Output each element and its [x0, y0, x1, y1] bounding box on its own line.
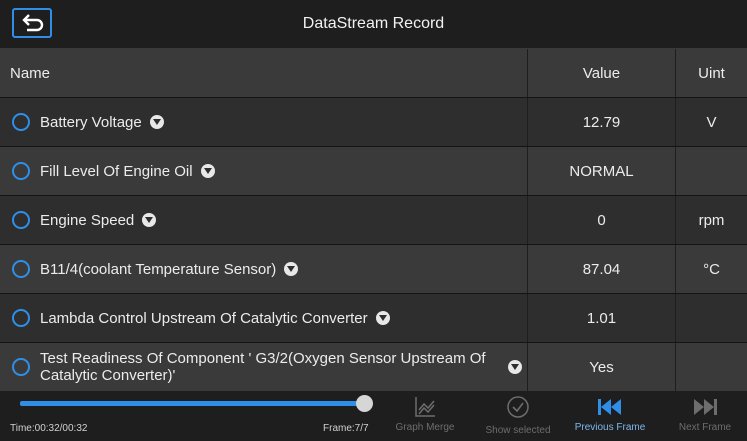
- row-unit: rpm: [698, 211, 725, 229]
- progress-thumb[interactable]: [356, 395, 373, 412]
- table-row[interactable]: Battery Voltage 12.79 V: [0, 98, 747, 147]
- row-name-cell: B11/4(coolant Temperature Sensor): [0, 245, 528, 293]
- row-name: Battery Voltage: [40, 114, 142, 131]
- dropdown-circle-icon[interactable]: [284, 262, 299, 276]
- next-frame-label: Next Frame: [678, 422, 732, 433]
- graph-merge-icon: [415, 397, 435, 417]
- row-value: NORMAL: [528, 147, 676, 195]
- select-radio[interactable]: [12, 309, 30, 327]
- select-radio[interactable]: [12, 260, 30, 278]
- table-row[interactable]: B11/4(coolant Temperature Sensor) 87.04 …: [0, 245, 747, 294]
- row-name-cell: Engine Speed: [0, 196, 528, 244]
- graph-merge-label: Graph Merge: [395, 422, 455, 433]
- select-radio[interactable]: [12, 211, 30, 229]
- row-name-cell: Test Readiness Of Component ' G3/2(Oxyge…: [0, 343, 528, 391]
- row-name: Test Readiness Of Component ' G3/2(Oxyge…: [40, 350, 486, 384]
- select-radio[interactable]: [12, 358, 30, 376]
- row-name-cell: Battery Voltage: [0, 98, 528, 146]
- table-row[interactable]: Fill Level Of Engine Oil NORMAL: [0, 147, 747, 196]
- column-header-value: Value: [528, 49, 676, 97]
- row-unit: °C: [703, 260, 720, 278]
- table-row[interactable]: Lambda Control Upstream Of Catalytic Con…: [0, 294, 747, 343]
- dropdown-circle-icon[interactable]: [508, 360, 522, 374]
- column-header-unit: Uint: [698, 64, 725, 82]
- graph-merge-button[interactable]: Graph Merge: [388, 395, 462, 433]
- show-selected-button[interactable]: Show selected: [481, 395, 555, 436]
- frame-readout: Frame:7/7: [323, 423, 369, 434]
- row-name: Fill Level Of Engine Oil: [40, 163, 193, 180]
- table-row[interactable]: Test Readiness Of Component ' G3/2(Oxyge…: [0, 343, 747, 392]
- skip-previous-icon: [598, 399, 621, 415]
- row-value: 87.04: [528, 245, 676, 293]
- table-row[interactable]: Engine Speed 0 rpm: [0, 196, 747, 245]
- row-value: 1.01: [528, 294, 676, 342]
- dropdown-circle-icon[interactable]: [200, 164, 215, 178]
- row-name-cell: Lambda Control Upstream Of Catalytic Con…: [0, 294, 528, 342]
- page-title: DataStream Record: [302, 15, 445, 32]
- row-value: 12.79: [528, 98, 676, 146]
- dropdown-circle-icon[interactable]: [142, 213, 157, 227]
- select-radio[interactable]: [12, 162, 30, 180]
- row-unit: [676, 147, 747, 195]
- previous-frame-label: Previous Frame: [574, 422, 646, 433]
- row-name-cell: Fill Level Of Engine Oil: [0, 147, 528, 195]
- row-unit: V: [706, 113, 717, 131]
- row-value: 0: [528, 196, 676, 244]
- row-value: Yes: [528, 343, 676, 391]
- table-header: Name Value Uint: [0, 49, 747, 98]
- playback-bar: Time:00:32/00:32 Frame:7/7 Graph Merge S…: [0, 391, 747, 441]
- row-name: B11/4(coolant Temperature Sensor): [40, 261, 277, 278]
- row-name: Engine Speed: [40, 212, 135, 229]
- row-unit: [676, 343, 747, 391]
- dropdown-circle-icon[interactable]: [149, 115, 164, 129]
- next-frame-button[interactable]: Next Frame: [668, 395, 742, 433]
- check-circle-icon: [507, 396, 529, 418]
- title-bar: DataStream Record: [0, 0, 747, 49]
- row-name: Lambda Control Upstream Of Catalytic Con…: [40, 310, 368, 327]
- select-radio[interactable]: [12, 113, 30, 131]
- previous-frame-button[interactable]: Previous Frame: [573, 395, 647, 433]
- dropdown-circle-icon[interactable]: [375, 311, 390, 325]
- show-selected-label: Show selected: [485, 425, 551, 436]
- row-unit: [676, 294, 747, 342]
- skip-next-icon: [694, 399, 717, 415]
- column-header-name: Name: [0, 49, 528, 97]
- datastream-table: Name Value Uint Battery Voltage 12.79 V …: [0, 49, 747, 392]
- time-readout: Time:00:32/00:32: [10, 423, 88, 434]
- progress-track[interactable]: [20, 401, 364, 406]
